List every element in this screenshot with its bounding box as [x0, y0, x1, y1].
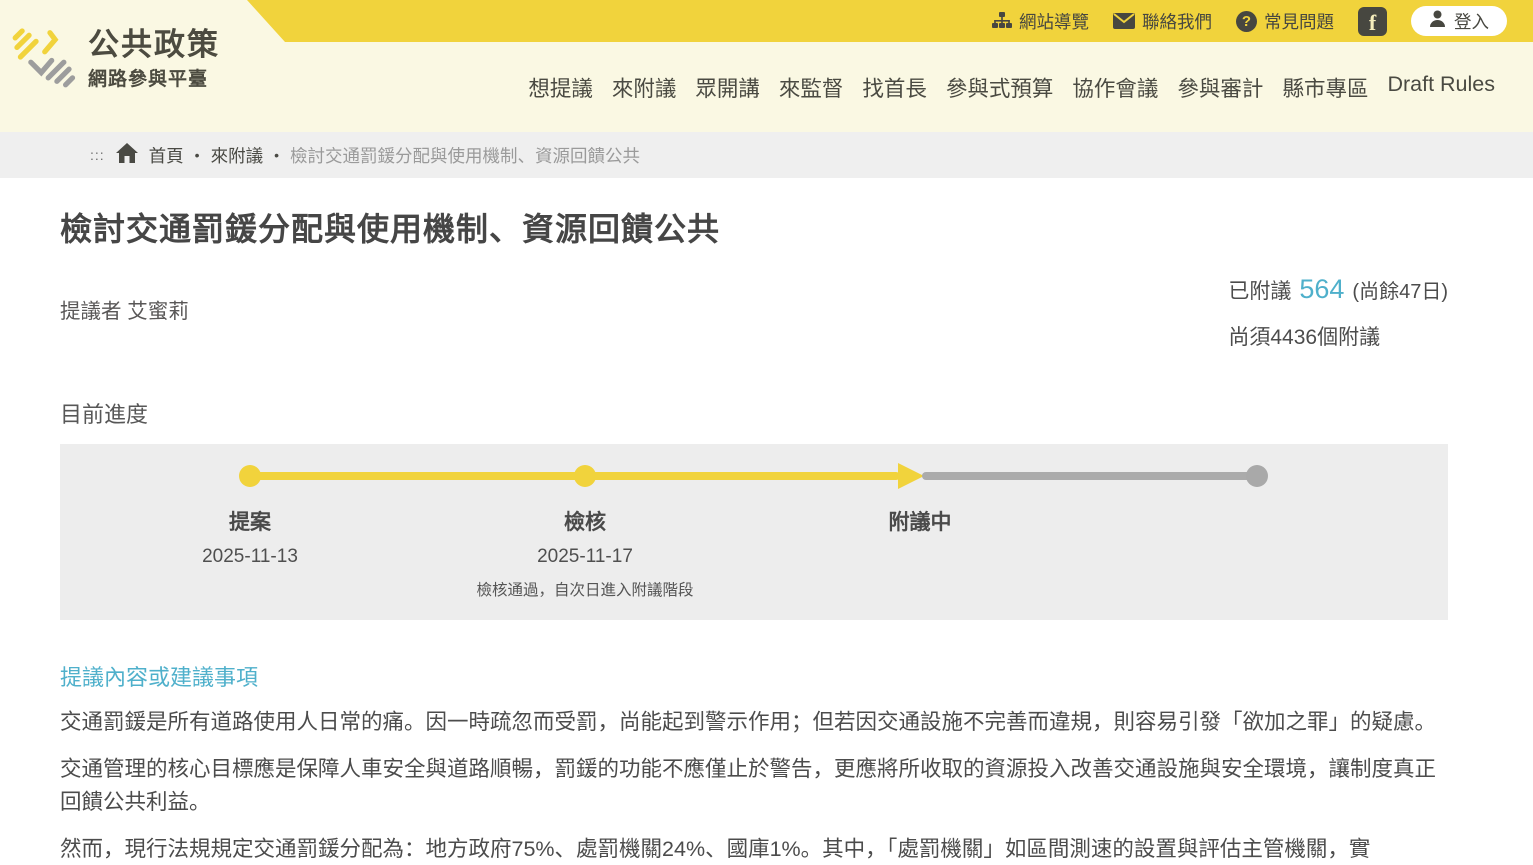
nav-item-draft-rules[interactable]: Draft Rules: [1387, 72, 1495, 103]
stage-date: 2025-11-13: [202, 546, 298, 568]
nav-item-collaboration[interactable]: 協作會議: [1072, 72, 1158, 103]
contact-label: 聯絡我們: [1142, 9, 1212, 34]
stage-name: 檢核: [476, 506, 693, 536]
breadcrumb-home[interactable]: 首頁: [149, 143, 184, 168]
nav-item-propose[interactable]: 想提議: [528, 72, 593, 103]
endorsement-stats: 已附議 564 (尚餘47日) 尚須4436個附議: [1228, 274, 1448, 351]
facebook-link[interactable]: f: [1358, 7, 1387, 36]
home-icon: [116, 143, 138, 168]
login-label: 登入: [1454, 9, 1489, 34]
timeline-arrow-icon: [898, 463, 924, 489]
content-paragraph: 交通管理的核心目標應是保障人車安全與道路順暢，罰鍰的功能不應僅止於警告，更應將所…: [60, 753, 1448, 819]
stage-note: 檢核通過，自次日進入附議階段: [476, 578, 693, 600]
progress-heading: 目前進度: [60, 397, 1448, 429]
endorse-line: 已附議 564 (尚餘47日): [1228, 274, 1448, 305]
breadcrumb-separator: •: [274, 147, 279, 163]
nav-item-audit[interactable]: 參與審計: [1177, 72, 1263, 103]
faq-link[interactable]: ? 常見問題: [1236, 9, 1334, 34]
nav-item-endorse[interactable]: 來附議: [612, 72, 677, 103]
mail-icon: [1113, 13, 1135, 29]
join-platform-logo-icon: [10, 24, 76, 95]
stage-review: 檢核 2025-11-17 檢核通過，自次日進入附議階段: [476, 506, 693, 600]
nav-item-talks[interactable]: 眾開講: [695, 72, 760, 103]
user-icon: [1429, 10, 1446, 32]
faq-label: 常見問題: [1264, 9, 1334, 34]
proposal-content: 交通罰鍰是所有道路使用人日常的痛。因一時疏忽而受罰，尚能起到警示作用；但若因交通…: [60, 706, 1448, 865]
timeline-dot-proposal: [239, 465, 261, 487]
timeline-dot-review: [574, 465, 596, 487]
content-paragraph: 然而，現行法規規定交通罰鍰分配為：地方政府75%、處罰機關24%、國庫1%。其中…: [60, 833, 1448, 865]
proposal-meta-row: 提議者 艾蜜莉 已附議 564 (尚餘47日) 尚須4436個附議: [60, 274, 1448, 351]
site-logo[interactable]: 公共政策 網路參與平臺: [10, 24, 220, 95]
main-nav: 想提議 來附議 眾開講 來監督 找首長 參與式預算 協作會議 參與審計 縣市專區…: [528, 72, 1495, 103]
endorsements-needed: 尚須4436個附議: [1228, 321, 1448, 351]
timeline-end-dot: [1246, 465, 1268, 487]
stage-name: 附議中: [889, 506, 952, 536]
sitemap-icon: [992, 12, 1012, 30]
accessibility-skip-link[interactable]: :::: [90, 147, 105, 163]
question-icon: ?: [1236, 11, 1257, 32]
site-title: 公共政策 網路參與平臺: [88, 28, 220, 91]
endorse-count: 564: [1299, 274, 1344, 305]
nav-item-county-zone[interactable]: 縣市專區: [1282, 72, 1368, 103]
utility-nav: 網站導覽 聯絡我們 ? 常見問題 f 登入: [992, 0, 1507, 42]
site-header: 網站導覽 聯絡我們 ? 常見問題 f 登入: [0, 0, 1533, 132]
site-title-line2: 網路參與平臺: [88, 64, 220, 91]
stage-endorsing: 附議中: [889, 506, 952, 536]
contact-link[interactable]: 聯絡我們: [1113, 9, 1212, 34]
page-title: 檢討交通罰鍰分配與使用機制、資源回饋公共: [60, 204, 1448, 250]
sitemap-label: 網站導覽: [1019, 9, 1089, 34]
nav-item-mayors[interactable]: 找首長: [862, 72, 927, 103]
breadcrumb: ::: 首頁 • 來附議 • 檢討交通罰鍰分配與使用機制、資源回饋公共: [0, 132, 1533, 178]
site-title-line1: 公共政策: [88, 28, 220, 62]
stage-proposal: 提案 2025-11-13: [202, 506, 298, 568]
days-remaining: (尚餘47日): [1352, 275, 1448, 304]
breadcrumb-section[interactable]: 來附議: [211, 143, 264, 168]
breadcrumb-current: 檢討交通罰鍰分配與使用機制、資源回饋公共: [290, 143, 640, 168]
endorse-label: 已附議: [1228, 275, 1291, 305]
progress-timeline: 提案 2025-11-13 檢核 2025-11-17 檢核通過，自次日進入附議…: [60, 444, 1448, 620]
breadcrumb-separator: •: [195, 147, 200, 163]
stage-name: 提案: [202, 506, 298, 536]
proposer: 提議者 艾蜜莉: [60, 294, 189, 351]
facebook-icon: f: [1358, 7, 1387, 36]
proposal-page: 檢討交通罰鍰分配與使用機制、資源回饋公共 提議者 艾蜜莉 已附議 564 (尚餘…: [0, 204, 1533, 865]
stage-date: 2025-11-17: [476, 546, 693, 568]
sitemap-link[interactable]: 網站導覽: [992, 9, 1089, 34]
nav-item-supervise[interactable]: 來監督: [779, 72, 844, 103]
timeline-remaining-bar: [922, 472, 1257, 480]
content-paragraph: 交通罰鍰是所有道路使用人日常的痛。因一時疏忽而受罰，尚能起到警示作用；但若因交通…: [60, 706, 1448, 739]
section-heading: 提議內容或建議事項: [60, 660, 1448, 692]
nav-item-participatory-budget[interactable]: 參與式預算: [946, 72, 1054, 103]
login-button[interactable]: 登入: [1411, 6, 1507, 36]
